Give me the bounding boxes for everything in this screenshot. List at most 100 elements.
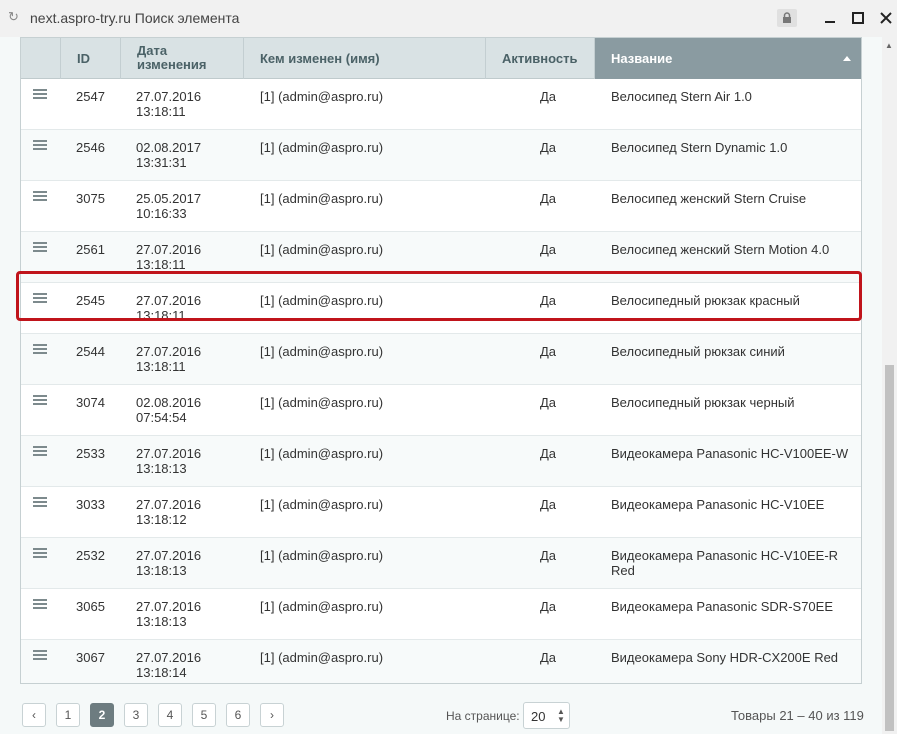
row-menu-icon[interactable] [33,446,47,456]
row-date: 27.07.2016 13:18:11 [136,242,236,272]
row-date-day: 27.07.2016 [136,344,202,359]
header-user[interactable]: Кем изменен (имя) [244,38,486,79]
scroll-up-icon[interactable]: ▲ [885,41,893,50]
row-name[interactable]: Велосипедный рюкзак черный [611,395,861,410]
row-id: 3075 [76,191,105,206]
row-menu-icon[interactable] [33,599,47,609]
table-row[interactable]: 3067 27.07.2016 13:18:14 [1] (admin@aspro.r… [21,640,861,683]
page-6-button[interactable]: 6 [226,703,250,727]
row-user: [1] (admin@aspro.ru) [260,89,384,104]
row-date-time: 13:18:11 [136,359,186,374]
header-name[interactable]: Название [595,38,861,79]
next-page-button[interactable]: › [260,703,284,727]
reload-icon[interactable]: ↻ [8,10,22,24]
row-id: 2544 [76,344,105,359]
row-menu-icon[interactable] [33,395,47,405]
table-row[interactable]: 2544 27.07.2016 13:18:11 [1] (admin@aspro.r… [21,334,861,385]
row-user: [1] (admin@aspro.ru) [260,344,384,359]
header-active[interactable]: Активность [486,38,595,79]
row-date-time: 13:31:31 [136,155,187,170]
page-2-button[interactable]: 2 [90,703,114,727]
row-name[interactable]: Видеокамера Panasonic HC-V10EE-R Red [611,548,861,578]
row-name[interactable]: Велосипед женский Stern Motion 4.0 [611,242,861,257]
maximize-icon[interactable] [848,8,868,28]
row-name[interactable]: Видеокамера Panasonic HC-V10EE [611,497,861,512]
row-user: [1] (admin@aspro.ru) [260,497,384,512]
lock-icon[interactable] [777,9,797,27]
row-menu-icon[interactable] [33,497,47,507]
row-date-time: 13:18:13 [136,614,187,629]
row-date-time: 10:16:33 [136,206,187,221]
row-active: Да [540,548,557,563]
header-user-label: Кем изменен (имя) [260,51,380,66]
row-user: [1] (admin@aspro.ru) [260,395,384,410]
row-date-day: 25.05.2017 [136,191,202,206]
row-user: [1] (admin@aspro.ru) [260,446,384,461]
header-id[interactable]: ID [61,38,121,79]
row-date-day: 02.08.2017 [136,140,202,155]
table-row[interactable]: 2547 27.07.2016 13:18:11 [1] (admin@aspro.r… [21,79,861,130]
page-5-button[interactable]: 5 [192,703,216,727]
row-date-day: 27.07.2016 [136,242,202,257]
row-menu-icon[interactable] [33,650,47,660]
table-row[interactable]: 2546 02.08.2017 13:31:31 [1] (admin@aspro.r… [21,130,861,181]
row-date: 27.07.2016 13:18:14 [136,650,236,680]
scrollbar-thumb[interactable] [885,365,894,731]
pagination: ‹ 1 2 3 4 5 6 › На странице: 20 ▲ ▼ Товар… [0,697,882,731]
total-count: Товары 21 – 40 из 119 [731,708,864,723]
table-row[interactable]: 3033 27.07.2016 13:18:12 [1] (admin@aspro.r… [21,487,861,538]
row-menu-icon[interactable] [33,89,47,99]
page-3-button[interactable]: 3 [124,703,148,727]
row-name[interactable]: Велосипед Stern Air 1.0 [611,89,861,104]
row-name[interactable]: Видеокамера Panasonic HC-V100EE-W [611,446,861,461]
per-page-value: 20 [531,709,546,724]
row-name[interactable]: Велосипед женский Stern Cruise [611,191,861,206]
elements-table: ID Дата изменения Кем изменен (имя) Акти… [20,37,862,684]
table-row[interactable]: 3074 02.08.2016 07:54:54 [1] (admin@aspro.r… [21,385,861,436]
row-active: Да [540,395,557,410]
row-date-time: 13:18:13 [136,563,187,578]
header-date[interactable]: Дата изменения [121,38,244,79]
row-id: 2533 [76,446,105,461]
header-name-label: Название [611,51,673,66]
row-active: Да [540,191,557,206]
table-row[interactable]: 2533 27.07.2016 13:18:13 [1] (admin@aspro.r… [21,436,861,487]
row-date-day: 27.07.2016 [136,497,202,512]
page-4-button[interactable]: 4 [158,703,182,727]
page-1-button[interactable]: 1 [56,703,80,727]
table-row[interactable]: 3075 25.05.2017 10:16:33 [1] (admin@aspro.r… [21,181,861,232]
row-date-time: 13:18:13 [136,461,187,476]
minimize-icon[interactable] [820,8,840,28]
per-page-select[interactable]: 20 ▲ ▼ [523,702,570,729]
per-page-label: На странице: [446,709,520,723]
table-row[interactable]: 3065 27.07.2016 13:18:13 [1] (admin@aspro.r… [21,589,861,640]
row-name[interactable]: Велосипедный рюкзак синий [611,344,861,359]
row-date: 02.08.2017 13:31:31 [136,140,236,170]
row-name[interactable]: Видеокамера Panasonic SDR-S70EE [611,599,861,614]
table-row[interactable]: 2532 27.07.2016 13:18:13 [1] (admin@aspro.r… [21,538,861,589]
row-menu-icon[interactable] [33,242,47,252]
row-active: Да [540,599,557,614]
row-id: 3065 [76,599,105,614]
prev-page-button[interactable]: ‹ [22,703,46,727]
row-date-day: 27.07.2016 [136,599,202,614]
row-name[interactable]: Велосипед Stern Dynamic 1.0 [611,140,861,155]
highlighted-row-outline [16,271,862,321]
row-menu-icon[interactable] [33,344,47,354]
updown-icon: ▲ ▼ [557,707,565,724]
row-user: [1] (admin@aspro.ru) [260,242,384,257]
row-date: 25.05.2017 10:16:33 [136,191,236,221]
row-date: 27.07.2016 13:18:13 [136,446,236,476]
row-date-day: 27.07.2016 [136,548,202,563]
row-date-time: 13:18:12 [136,512,187,527]
row-active: Да [540,650,557,665]
row-menu-icon[interactable] [33,191,47,201]
vertical-scrollbar[interactable]: ▲ [882,37,897,734]
row-id: 3074 [76,395,105,410]
row-date: 27.07.2016 13:18:11 [136,89,236,119]
row-menu-icon[interactable] [33,548,47,558]
row-id: 2547 [76,89,105,104]
row-menu-icon[interactable] [33,140,47,150]
row-name[interactable]: Видеокамера Sony HDR-CX200E Red [611,650,861,665]
close-icon[interactable] [876,8,896,28]
